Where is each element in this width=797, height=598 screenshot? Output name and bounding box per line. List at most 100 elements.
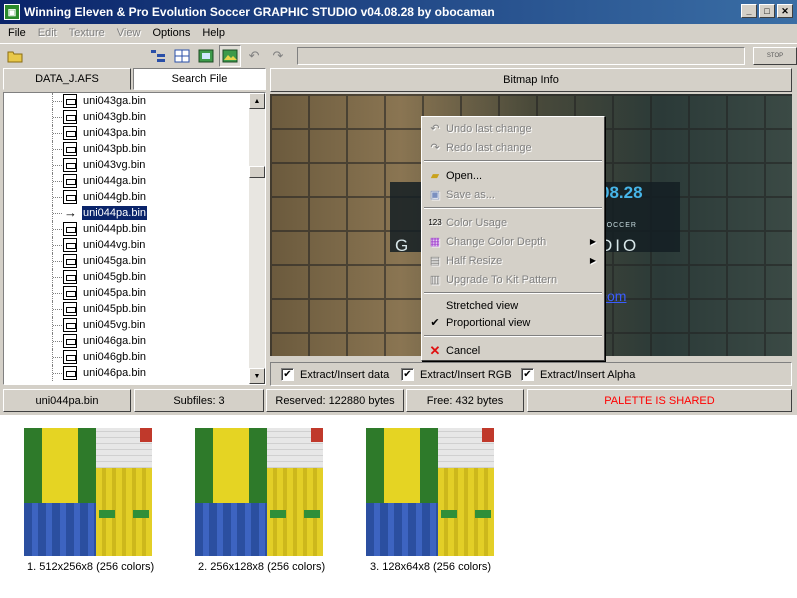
undo-icon[interactable]: ↶ bbox=[243, 45, 265, 67]
progress-bar bbox=[296, 47, 746, 65]
menu-proportional-view-label: Proportional view bbox=[446, 316, 531, 329]
file-icon bbox=[63, 190, 77, 204]
tree-connector bbox=[53, 229, 62, 230]
menu-open[interactable]: ▰ Open... bbox=[424, 166, 602, 185]
menu-help[interactable]: Help bbox=[196, 27, 231, 39]
menu-texture[interactable]: Texture bbox=[63, 27, 111, 39]
file-icon bbox=[63, 238, 77, 252]
stop-button[interactable]: STOP bbox=[753, 47, 797, 65]
tree-file-item[interactable]: uni045pa.bin bbox=[4, 285, 250, 301]
menu-bar: File Edit Texture View Options Help bbox=[0, 24, 797, 42]
menu-separator bbox=[424, 207, 602, 209]
tree-file-label: uni045pb.bin bbox=[83, 303, 147, 315]
tree-file-item[interactable]: uni046gb.bin bbox=[4, 349, 250, 365]
tree-file-item[interactable]: uni044gb.bin bbox=[4, 189, 250, 205]
tree-connector bbox=[53, 133, 62, 134]
status-filename: uni044pa.bin bbox=[3, 389, 131, 412]
tree-connector bbox=[53, 277, 62, 278]
app-icon[interactable]: ▣ bbox=[4, 4, 20, 20]
open-folder-icon: ▰ bbox=[430, 170, 440, 182]
submenu-arrow-icon: ▶ bbox=[589, 256, 596, 265]
menu-edit[interactable]: Edit bbox=[32, 27, 63, 39]
texture-thumbnail-2[interactable] bbox=[195, 428, 323, 556]
tree-connector bbox=[53, 373, 62, 374]
image-proportional-icon[interactable] bbox=[219, 45, 242, 67]
tree-file-label: uni044pa.bin bbox=[80, 205, 149, 221]
menu-redo-last-change[interactable]: ↷ Redo last change bbox=[424, 138, 602, 157]
scroll-up-button[interactable]: ▲ bbox=[249, 93, 265, 109]
tree-file-item[interactable]: uni043vg.bin bbox=[4, 157, 250, 173]
preview-version-text: 08.28 bbox=[600, 183, 643, 202]
scroll-thumb[interactable] bbox=[249, 166, 265, 178]
open-folder-icon[interactable] bbox=[4, 45, 26, 67]
tree-file-label: uni043ga.bin bbox=[83, 95, 147, 107]
tree-file-item[interactable]: uni044ga.bin bbox=[4, 173, 250, 189]
redo-icon[interactable]: ↷ bbox=[267, 45, 289, 67]
menu-undo-last-change[interactable]: ↶ Undo last change bbox=[424, 119, 602, 138]
close-button[interactable]: ✕ bbox=[777, 4, 793, 18]
tree-file-item[interactable]: uni045vg.bin bbox=[4, 317, 250, 333]
file-icon bbox=[63, 222, 77, 236]
maximize-button[interactable]: □ bbox=[759, 4, 775, 18]
menu-proportional-view[interactable]: ✔ Proportional view bbox=[424, 313, 602, 332]
tree-connector bbox=[53, 181, 62, 182]
image-fit-icon[interactable] bbox=[195, 45, 217, 67]
tab-search-file[interactable]: Search File bbox=[133, 68, 266, 90]
checkmark-icon: ✔ bbox=[401, 368, 414, 381]
bitmap-info-button[interactable]: Bitmap Info bbox=[270, 68, 792, 92]
menu-upgrade-kit-pattern[interactable]: ▥ Upgrade To Kit Pattern bbox=[424, 270, 602, 289]
tree-file-item[interactable]: uni045gb.bin bbox=[4, 269, 250, 285]
minimize-button[interactable]: _ bbox=[741, 4, 757, 18]
tree-file-item[interactable]: uni044pb.bin bbox=[4, 221, 250, 237]
texture-thumbnail-1[interactable] bbox=[24, 428, 152, 556]
menu-half-resize[interactable]: ▤ Half Resize ▶ bbox=[424, 251, 602, 270]
tree-file-item[interactable]: uni046pa.bin bbox=[4, 365, 250, 381]
menu-view[interactable]: View bbox=[111, 27, 147, 39]
tree-file-label: uni044ga.bin bbox=[83, 175, 147, 187]
tree-file-item[interactable]: uni043pa.bin bbox=[4, 125, 250, 141]
tree-file-item[interactable]: uni043ga.bin bbox=[4, 93, 250, 109]
tree-connector bbox=[53, 325, 62, 326]
tree-file-item[interactable]: uni045ga.bin bbox=[4, 253, 250, 269]
extract-alpha-checkbox[interactable]: ✔ Extract/Insert Alpha bbox=[521, 368, 635, 381]
tree-file-label: uni044gb.bin bbox=[83, 191, 147, 203]
tree-connector bbox=[53, 197, 62, 198]
tree-file-item[interactable]: uni045pb.bin bbox=[4, 301, 250, 317]
color-depth-icon: ▦ bbox=[429, 236, 441, 248]
menu-half-resize-label: Half Resize bbox=[446, 254, 503, 267]
tree-scrollbar[interactable]: ▲ ▼ bbox=[249, 93, 265, 384]
tree-file-item[interactable]: uni046ga.bin bbox=[4, 333, 250, 349]
menu-change-color-depth[interactable]: ▦ Change Color Depth ▶ bbox=[424, 232, 602, 251]
status-reserved: Reserved: 122880 bytes bbox=[266, 389, 404, 412]
status-palette: PALETTE IS SHARED bbox=[527, 389, 792, 412]
tree-file-label: uni043pa.bin bbox=[83, 127, 147, 139]
color-usage-icon: 123 bbox=[428, 218, 442, 227]
scroll-down-button[interactable]: ▼ bbox=[249, 368, 265, 384]
menu-color-usage[interactable]: 123 Color Usage bbox=[424, 213, 602, 232]
extract-rgb-checkbox[interactable]: ✔ Extract/Insert RGB bbox=[401, 368, 512, 381]
grid-view-icon[interactable] bbox=[171, 45, 193, 67]
tab-afs[interactable]: DATA_J.AFS bbox=[3, 68, 131, 90]
extract-options-bar: ✔ Extract/Insert data ✔ Extract/Insert R… bbox=[270, 362, 792, 386]
tree-file-item[interactable]: uni044vg.bin bbox=[4, 237, 250, 253]
menu-save-as[interactable]: ▣ Save as... bbox=[424, 185, 602, 204]
tree-file-label: uni046gb.bin bbox=[83, 351, 147, 363]
menu-options[interactable]: Options bbox=[146, 27, 196, 39]
file-tree[interactable]: uni043ga.bin uni043gb.bin uni043pa.bin uni0… bbox=[3, 92, 266, 385]
tree-file-item[interactable]: uni043pb.bin bbox=[4, 141, 250, 157]
menu-file[interactable]: File bbox=[2, 27, 32, 39]
tree-view-icon[interactable] bbox=[147, 45, 169, 67]
extract-rgb-label: Extract/Insert RGB bbox=[420, 368, 512, 381]
extract-data-checkbox[interactable]: ✔ Extract/Insert data bbox=[281, 368, 389, 381]
context-menu: ↶ Undo last change ↷ Redo last change ▰ … bbox=[421, 116, 605, 361]
tree-file-label: uni045ga.bin bbox=[83, 255, 147, 267]
tree-file-item[interactable]: uni043gb.bin bbox=[4, 109, 250, 125]
menu-stretched-view-label: Stretched view bbox=[446, 299, 519, 312]
menu-cancel[interactable]: ✕ Cancel bbox=[424, 341, 602, 360]
texture-thumbnails: 1. 512x256x8 (256 colors) 2. 256x128x8 (… bbox=[0, 415, 797, 598]
texture-thumbnail-3[interactable] bbox=[366, 428, 494, 556]
save-disk-icon: ▣ bbox=[429, 189, 441, 201]
tree-file-item[interactable]: → uni044pa.bin bbox=[4, 205, 250, 221]
menu-undo-label: Undo last change bbox=[446, 122, 532, 135]
file-icon bbox=[63, 126, 77, 140]
